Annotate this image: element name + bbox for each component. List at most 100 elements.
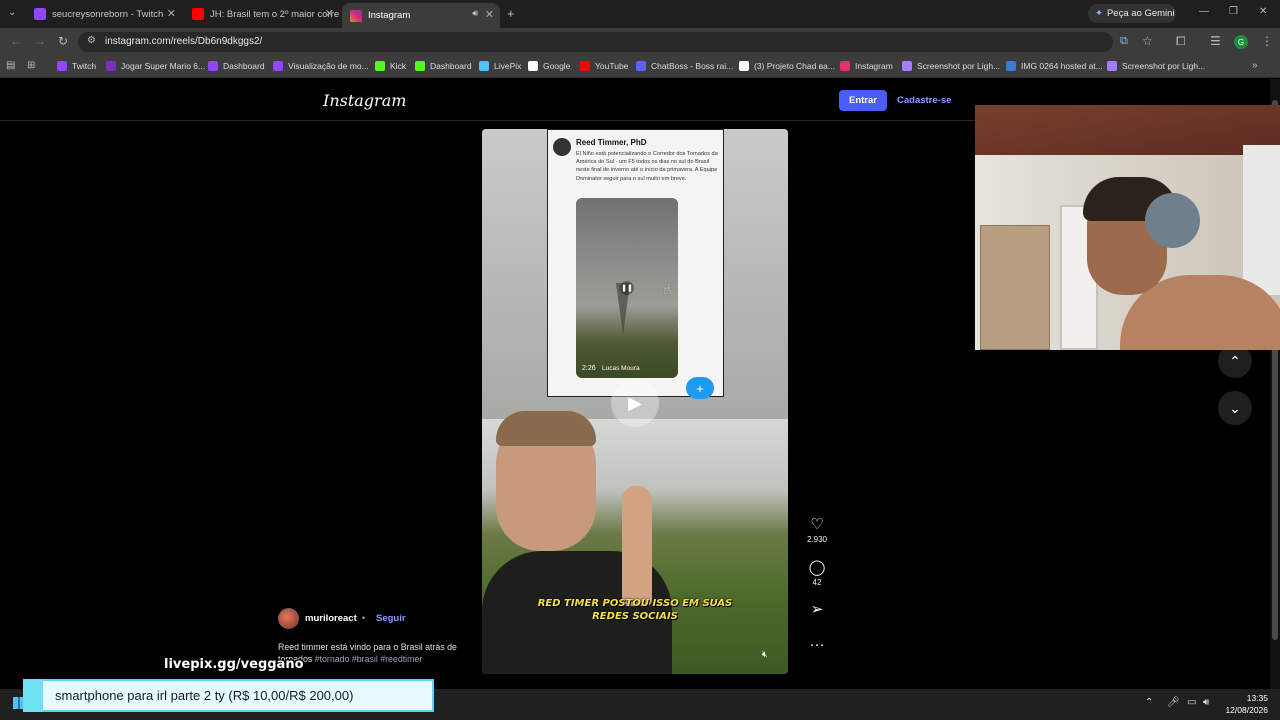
gemini-icon: ✦	[1095, 8, 1103, 19]
back-icon[interactable]: ←	[10, 34, 22, 48]
bookmark-item[interactable]: Twitch	[57, 61, 96, 71]
reload-icon[interactable]: ↻	[58, 34, 68, 48]
tab-title: JH: Brasil tem o 2º maior corre	[210, 8, 340, 20]
bookmark-label: Twitch	[72, 61, 97, 71]
tweet-video-author: Lucas Moura	[602, 365, 640, 372]
bookmark-label: Kick	[390, 61, 407, 71]
install-app-icon[interactable]: ⧉	[1120, 35, 1128, 48]
apps-grid-icon[interactable]: ⊞	[27, 60, 35, 71]
tab-search-icon[interactable]: ⌄	[8, 7, 16, 18]
minimize-button[interactable]: —	[1199, 6, 1209, 17]
bookmark-label: LivePix	[494, 61, 522, 71]
more-options-button[interactable]: ···	[805, 637, 829, 653]
twitch-icon	[34, 8, 46, 20]
bookmark-item[interactable]: Visualização de mo...	[273, 61, 369, 71]
chevron-up-icon: ⌃	[1229, 352, 1241, 369]
tab-instagram[interactable]: Instagram 🔊︎ ✕	[342, 3, 500, 28]
site-info-icon[interactable]: ⚙︎	[87, 35, 96, 46]
chevron-down-icon: ⌄	[1229, 399, 1241, 416]
login-button[interactable]: Entrar	[839, 90, 887, 111]
bookmark-label: Google	[543, 61, 571, 71]
tab-youtube[interactable]: JH: Brasil tem o 2º maior corre ✕	[184, 2, 340, 26]
bookmark-label: (3) Projeto Chad ва...	[754, 61, 835, 71]
bookmark-item[interactable]: Google	[528, 61, 570, 71]
description-hashtags[interactable]: #tornado #brasil #reedtimer	[315, 654, 423, 664]
bookmark-item[interactable]: Kick	[375, 61, 406, 71]
bookmark-favicon-icon	[273, 61, 283, 71]
webcam-wardrobe	[980, 225, 1050, 350]
bookmark-favicon-icon	[636, 61, 646, 71]
bookmark-item[interactable]: Jogar Super Mario 6...	[106, 61, 205, 71]
bookmark-folder-icon[interactable]: ▤	[6, 60, 15, 71]
bookmark-favicon-icon	[57, 61, 67, 71]
close-icon[interactable]: ✕	[325, 7, 334, 20]
mute-icon[interactable]: 🔇︎	[762, 649, 768, 660]
tweet-text: El Niño está potencializando o Corredor …	[576, 151, 718, 182]
bookmark-item[interactable]: YouTube	[580, 61, 628, 71]
profile-avatar[interactable]: G	[1234, 35, 1248, 49]
tweet-video-time: 2:26	[582, 365, 596, 372]
bookmark-label: YouTube	[595, 61, 629, 71]
clock-time[interactable]: 13:35	[1238, 693, 1268, 703]
tweet-avatar	[553, 138, 571, 156]
bookmark-item[interactable]: Dashboard	[415, 61, 472, 71]
instagram-logo[interactable]: Instagram	[323, 91, 406, 110]
bookmark-favicon-icon	[415, 61, 425, 71]
comment-button[interactable]: ◯ 42	[805, 559, 829, 588]
next-reel-button[interactable]: ⌄	[1218, 391, 1252, 425]
bookmark-favicon-icon	[528, 61, 538, 71]
volume-icon[interactable]: 🔊︎	[1203, 697, 1209, 708]
bookmark-item[interactable]: (3) Projeto Chad ва...	[739, 61, 835, 71]
extensions-icon[interactable]: ⧠	[1176, 34, 1186, 49]
close-icon[interactable]: ✕	[167, 7, 176, 20]
tab-twitch[interactable]: seucreysonreborn - Twitch ✕	[26, 2, 182, 26]
tray-chevron-icon[interactable]: ⌃	[1145, 697, 1153, 708]
donation-goal-text: smartphone para irl parte 2 ty (R$ 10,00…	[55, 688, 354, 703]
bookmark-star-icon[interactable]: ☆	[1142, 34, 1153, 48]
clock-date[interactable]: 12/08/2026	[1222, 705, 1268, 715]
close-window-button[interactable]: ✕	[1259, 6, 1267, 17]
presenter-hair	[496, 411, 596, 446]
bookmark-favicon-icon	[479, 61, 489, 71]
bookmark-item[interactable]: Screenshot por Ligh...	[1107, 61, 1205, 71]
bookmark-label: Jogar Super Mario 6...	[121, 61, 206, 71]
like-button[interactable]: ♡ 2.930	[805, 516, 829, 545]
bookmark-item[interactable]: Screenshot por Ligh...	[902, 61, 1000, 71]
audio-playing-icon[interactable]: 🔊︎	[472, 8, 478, 19]
more-bookmarks-icon[interactable]: »	[1252, 60, 1258, 71]
webcam-overlay	[975, 105, 1280, 350]
video-caption: RED TIMER POSTOU ISSO EM SUAS REDES SOCI…	[537, 598, 733, 622]
microphone-icon[interactable]: 🎤︎	[1167, 697, 1180, 708]
bookmark-favicon-icon	[106, 61, 116, 71]
close-icon[interactable]: ✕	[485, 8, 494, 21]
presenter-hand	[622, 486, 652, 606]
bookmark-item[interactable]: ChatBoss - Boss rai...	[636, 61, 733, 71]
bookmark-label: Screenshot por Ligh...	[917, 61, 1001, 71]
presenter-figure	[482, 411, 677, 674]
signup-link[interactable]: Cadastre-se	[897, 95, 951, 106]
bookmark-favicon-icon	[208, 61, 218, 71]
reel-video[interactable]: Reed Timmer, PhD El Niño está potenciali…	[482, 129, 788, 674]
play-icon[interactable]: ▶	[611, 379, 659, 427]
menu-icon[interactable]: ⋮	[1261, 34, 1273, 48]
comment-icon: ◯	[808, 559, 826, 576]
bookmark-item[interactable]: Instagram	[840, 61, 893, 71]
forward-icon[interactable]: →	[34, 34, 46, 48]
tab-media-icon[interactable]: ☰	[1210, 34, 1221, 48]
new-tab-button[interactable]: +	[507, 6, 515, 21]
tab-title: seucreysonreborn - Twitch	[52, 8, 164, 20]
bookmark-item[interactable]: Dashboard	[208, 61, 265, 71]
url-text[interactable]: instagram.com/reels/Db6n9dkggs2/	[105, 36, 262, 47]
bookmark-item[interactable]: LivePix	[479, 61, 521, 71]
network-icon[interactable]: ▭	[1187, 697, 1196, 708]
bookmark-item[interactable]: IMG 0264 hosted at...	[1006, 61, 1103, 71]
follow-button[interactable]: Seguir	[376, 613, 406, 624]
restore-button[interactable]: ❐	[1229, 6, 1238, 17]
author-username[interactable]: muriloreact	[305, 613, 357, 624]
author-avatar[interactable]	[278, 608, 299, 629]
gemini-button[interactable]: ✦ Peça ao Gemini	[1088, 4, 1176, 23]
bookmark-label: IMG 0264 hosted at...	[1021, 61, 1103, 71]
share-button[interactable]: ➢	[805, 602, 829, 618]
heart-icon: ♡	[810, 516, 824, 533]
reel-description: Reed timmer está vindo para o Brasil atr…	[278, 641, 458, 665]
